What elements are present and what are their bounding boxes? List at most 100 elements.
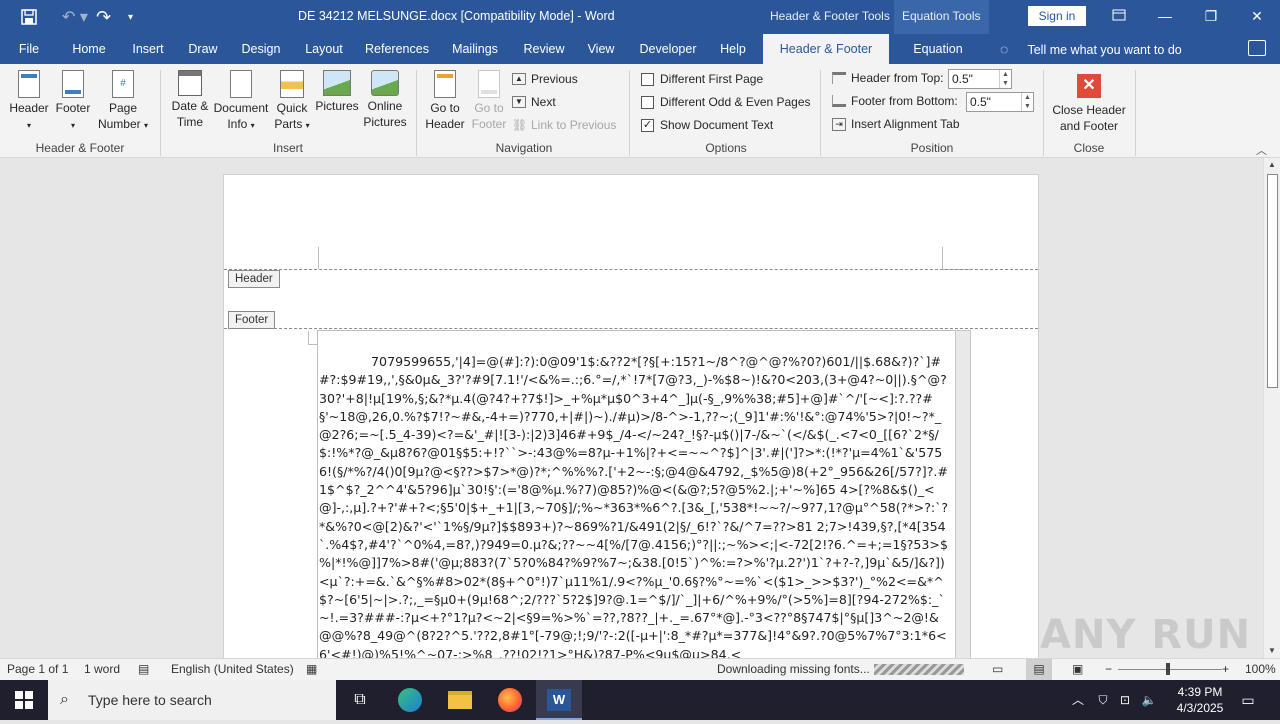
firefox-icon[interactable] — [490, 684, 530, 716]
online-pictures-button[interactable]: Online Pictures — [358, 70, 412, 130]
customize-qat-icon[interactable]: ▾ — [128, 12, 148, 23]
next-button[interactable]: ▼ Next — [512, 95, 556, 109]
zoom-out-icon[interactable]: − — [1105, 662, 1112, 676]
margin-corner-mark — [308, 331, 318, 345]
go-to-footer-icon — [478, 70, 500, 98]
minimize-icon[interactable]: — — [1142, 0, 1188, 32]
pictures-button[interactable]: Pictures — [314, 70, 360, 114]
footer-from-bottom-input[interactable]: 0.5" ▲ ▼ — [966, 92, 1034, 112]
close-header-footer-button[interactable]: ✕ Close Header and Footer — [1050, 74, 1128, 134]
proofing-icon[interactable]: ▤ — [138, 662, 149, 676]
taskbar-search-box[interactable]: ⌕ Type here to search — [48, 680, 336, 720]
group-label-insert: Insert — [272, 141, 303, 155]
quick-parts-icon — [280, 70, 304, 98]
network-icon[interactable]: ⊡ — [1114, 680, 1136, 720]
tab-design[interactable]: Design — [236, 34, 286, 64]
show-document-text-checkbox[interactable]: ✓ Show Document Text — [641, 118, 773, 132]
different-odd-even-checkbox[interactable]: Different Odd & Even Pages — [641, 95, 811, 109]
header-from-top-input[interactable]: 0.5" ▲ ▼ — [948, 69, 1012, 89]
file-explorer-icon[interactable] — [440, 684, 480, 716]
footer-button[interactable]: Footer ▾ — [50, 70, 96, 134]
web-layout-icon[interactable]: ▣ — [1072, 662, 1083, 676]
next-icon: ▼ — [512, 96, 526, 108]
spinner-arrows-icon[interactable]: ▲ ▼ — [999, 70, 1011, 88]
collapse-ribbon-icon[interactable]: ︿ — [1256, 142, 1267, 158]
group-separator — [1135, 70, 1136, 156]
tab-home[interactable]: Home — [66, 34, 112, 64]
link-to-previous-button: ⛓ Link to Previous — [512, 118, 617, 132]
notifications-icon[interactable]: ▭ — [1236, 680, 1260, 720]
tab-equation[interactable]: Equation — [896, 34, 980, 64]
checkbox-unchecked-icon — [641, 72, 654, 86]
vertical-scrollbar[interactable]: ▲ ▼ — [1263, 158, 1280, 658]
tab-developer[interactable]: Developer — [634, 34, 702, 64]
scroll-up-icon[interactable]: ▲ — [1264, 158, 1280, 172]
group-label-header-footer: Header & Footer — [35, 141, 125, 155]
header-button[interactable]: Header ▾ — [6, 70, 52, 134]
show-hidden-icons[interactable]: ︿ — [1068, 680, 1088, 720]
tab-references[interactable]: References — [362, 34, 432, 64]
clock[interactable]: 4:39 PM 4/3/2025 — [1164, 680, 1236, 720]
footer-from-bottom-label: Footer from Bottom: — [832, 94, 958, 108]
redo-icon[interactable]: ↷ — [96, 7, 118, 28]
comments-icon[interactable] — [1248, 40, 1266, 56]
tab-draw[interactable]: Draw — [182, 34, 224, 64]
language-indicator[interactable]: English (United States) — [171, 662, 294, 676]
sign-in-button[interactable]: Sign in — [1028, 6, 1086, 26]
insert-alignment-tab-button[interactable]: ⇥ Insert Alignment Tab — [832, 117, 960, 131]
zoom-in-icon[interactable]: + — [1222, 662, 1229, 676]
tab-mailings[interactable]: Mailings — [446, 34, 504, 64]
previous-button[interactable]: ▲ Previous — [512, 72, 578, 86]
tab-header-footer[interactable]: Header & Footer — [763, 34, 889, 64]
close-window-icon[interactable]: ✕ — [1234, 0, 1280, 32]
document-page[interactable]: Header Footer 7079599655,'|4]=@(#]:?):0@… — [223, 174, 1039, 658]
scroll-down-icon[interactable]: ▼ — [1264, 644, 1280, 658]
restore-icon[interactable]: ❐ — [1188, 0, 1234, 32]
pictures-icon — [323, 70, 351, 96]
tab-view[interactable]: View — [582, 34, 620, 64]
margin-corner-mark — [318, 247, 319, 269]
page-count[interactable]: Page 1 of 1 — [7, 662, 68, 676]
print-layout-icon[interactable]: ▤ — [1026, 659, 1052, 680]
tab-help[interactable]: Help — [714, 34, 752, 64]
edge-icon[interactable] — [390, 684, 430, 716]
scroll-thumb[interactable] — [1267, 174, 1278, 388]
undo-icon[interactable]: ↶ ▾ — [62, 7, 92, 27]
page-number-button[interactable]: # Page Number ▾ — [94, 70, 152, 134]
tab-file[interactable]: File — [8, 34, 50, 64]
go-to-footer-button: Go to Footer — [466, 70, 512, 132]
volume-icon[interactable]: 🔈 — [1138, 680, 1160, 720]
read-mode-icon[interactable]: ▭ — [992, 662, 1003, 676]
tab-layout[interactable]: Layout — [298, 34, 350, 64]
previous-icon: ▲ — [512, 73, 526, 85]
word-taskbar-icon[interactable]: W — [536, 680, 582, 720]
header-boundary — [224, 269, 1038, 270]
quick-parts-button[interactable]: Quick Parts ▾ — [270, 70, 314, 134]
zoom-level[interactable]: 100% — [1245, 662, 1276, 676]
object-scrollbar[interactable] — [955, 330, 971, 658]
macro-record-icon[interactable]: ▦ — [306, 662, 317, 676]
header-position-icon — [832, 72, 846, 84]
link-icon: ⛓ — [512, 118, 528, 132]
save-icon[interactable] — [18, 7, 42, 27]
document-body-text[interactable]: 7079599655,'|4]=@(#]:?):0@09'1$:&??2*[?§… — [319, 353, 949, 658]
security-icon[interactable]: ⛉ — [1092, 680, 1114, 720]
tab-review[interactable]: Review — [518, 34, 570, 64]
zoom-slider-thumb[interactable] — [1166, 663, 1170, 675]
lightbulb-icon: ◌ — [1000, 41, 1009, 57]
document-info-button[interactable]: Document Info ▾ — [210, 70, 272, 134]
windows-start-icon[interactable] — [4, 684, 44, 716]
word-count[interactable]: 1 word — [84, 662, 120, 676]
date-time-button[interactable]: Date & Time — [164, 70, 216, 130]
zoom-slider[interactable] — [1118, 669, 1222, 670]
tab-insert[interactable]: Insert — [126, 34, 170, 64]
ribbon-display-options-icon[interactable] — [1096, 0, 1142, 32]
calendar-icon — [178, 70, 202, 96]
spinner-arrows-icon[interactable]: ▲ ▼ — [1021, 93, 1033, 111]
tell-me-search[interactable]: ◌ Tell me what you want to do — [1000, 34, 1182, 64]
task-view-icon[interactable]: ⧉ — [340, 684, 380, 716]
go-to-header-button[interactable]: Go to Header — [422, 70, 468, 132]
different-first-page-checkbox[interactable]: Different First Page — [641, 72, 763, 86]
document-title: DE 34212 MELSUNGE.docx [Compatibility Mo… — [298, 9, 615, 23]
clock-date: 4/3/2025 — [1176, 701, 1224, 715]
